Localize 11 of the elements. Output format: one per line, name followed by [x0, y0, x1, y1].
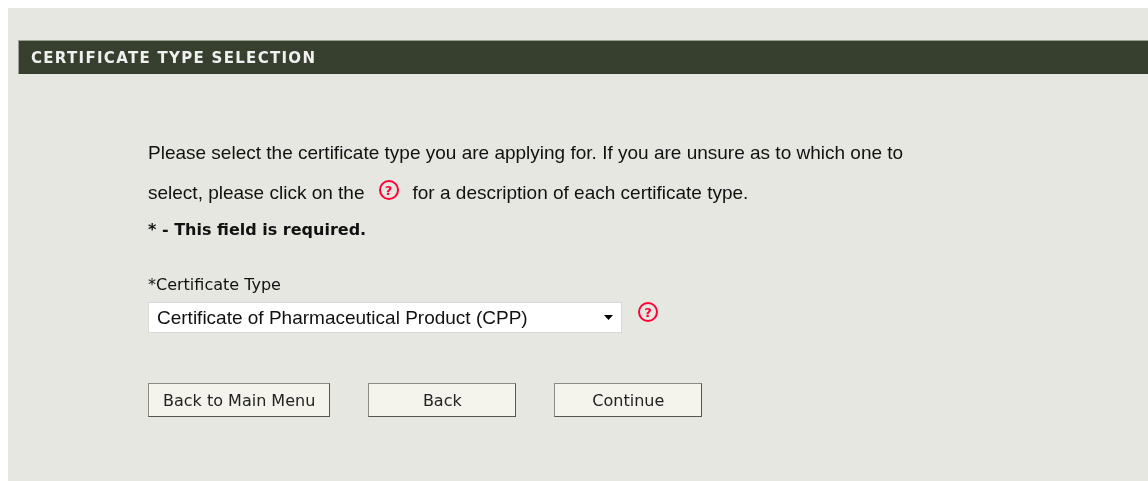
instruction-text: Please select the certificate type you are applying for. If you are unsure as to which one to: [148, 142, 905, 164]
caret-icon: [604, 315, 613, 320]
instruction-text: for a description of each certificate type.: [412, 182, 749, 204]
required-note: * - This field is required.: [148, 220, 368, 239]
field-label: *Certificate Type: [148, 275, 282, 294]
form-button[interactable]: Continue: [554, 383, 703, 417]
certificate-type-dropdown[interactable]: Certificate of Pharmaceutical Product (CPP): [148, 302, 622, 333]
form-button[interactable]: Back: [368, 383, 517, 417]
section-title: CERTIFICATE TYPE SELECTION: [31, 48, 317, 67]
form-button[interactable]: Back to Main Menu: [148, 383, 331, 417]
instruction-text: select, please click on the: [148, 182, 365, 204]
